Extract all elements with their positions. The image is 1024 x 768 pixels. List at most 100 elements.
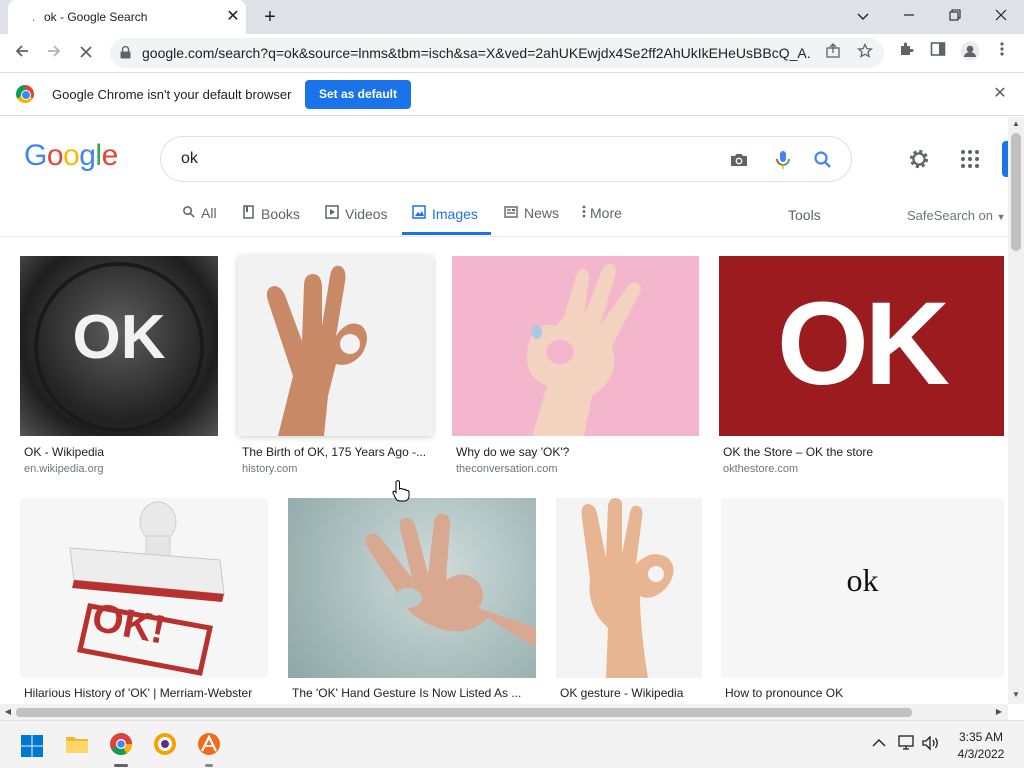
result-title[interactable]: OK - Wikipedia (24, 445, 218, 459)
side-panel-icon[interactable] (927, 41, 949, 63)
image-result[interactable]: Why do we say 'OK'? theconversation.com (452, 256, 699, 478)
result-thumbnail[interactable] (238, 256, 433, 436)
image-result[interactable]: ok How to pronounce OK (721, 498, 1004, 704)
gear-icon[interactable] (907, 147, 931, 171)
result-thumbnail[interactable] (452, 256, 699, 436)
new-tab-button[interactable]: + (258, 5, 282, 29)
image-result[interactable]: OK OK the Store – OK the store okthestor… (719, 256, 1004, 478)
url-text[interactable]: google.com/search?q=ok&source=lnms&tbm=i… (142, 45, 812, 61)
tab-label: Videos (345, 206, 388, 222)
tab-label: News (524, 205, 560, 221)
result-source[interactable]: en.wikipedia.org (24, 463, 104, 475)
result-source[interactable]: history.com (242, 463, 297, 475)
chrome-logo-icon (16, 85, 34, 103)
image-result[interactable]: OK OK - Wikipedia en.wikipedia.org (20, 256, 218, 478)
share-icon[interactable] (822, 43, 844, 63)
result-source[interactable]: okthestore.com (723, 463, 798, 475)
profile-avatar-icon[interactable] (959, 41, 981, 63)
scroll-right-arrow-icon[interactable]: ▶ (994, 707, 1004, 716)
result-thumbnail[interactable] (288, 498, 536, 678)
result-title[interactable]: OK gesture - Wikipedia (560, 686, 702, 700)
vertical-scroll-thumb[interactable] (1011, 133, 1021, 251)
tab-images[interactable]: Images (411, 205, 478, 235)
chevron-up-icon[interactable] (872, 738, 886, 748)
close-window-button[interactable] (978, 2, 1024, 30)
thumb-text: ok (846, 562, 879, 598)
stop-loading-button[interactable] (72, 40, 100, 66)
menu-kebab-icon[interactable] (991, 41, 1013, 63)
result-thumbnail[interactable]: OK! (20, 498, 268, 678)
vertical-scrollbar[interactable]: ▲ ▼ (1008, 117, 1024, 704)
logo-letter: o (46, 139, 64, 172)
forward-button[interactable] (40, 40, 68, 66)
microphone-icon[interactable] (771, 148, 795, 172)
app-icon[interactable] (196, 731, 222, 757)
app-icon[interactable] (152, 731, 178, 757)
tab-label: All (201, 205, 217, 221)
back-button[interactable] (8, 40, 36, 66)
result-title[interactable]: Hilarious History of 'OK' | Merriam-Webs… (24, 686, 268, 700)
scroll-left-arrow-icon[interactable]: ◀ (3, 707, 13, 716)
loading-icon: . (32, 10, 36, 24)
address-bar[interactable]: google.com/search?q=ok&source=lnms&tbm=i… (110, 38, 884, 68)
tab-news[interactable]: News (503, 205, 559, 235)
horizontal-scrollbar[interactable]: ◀ ▶ (0, 704, 1008, 720)
result-title[interactable]: How to pronounce OK (725, 686, 1004, 700)
image-result[interactable]: The Birth of OK, 175 Years Ago -... hist… (238, 256, 433, 478)
scroll-down-arrow-icon[interactable]: ▼ (1011, 690, 1021, 699)
apps-grid-icon[interactable] (960, 149, 980, 169)
result-source[interactable]: theconversation.com (456, 463, 558, 475)
result-thumbnail[interactable]: OK (719, 256, 1004, 436)
result-thumbnail[interactable]: ok (721, 498, 1004, 678)
close-icon[interactable]: ✕ (990, 84, 1010, 104)
network-icon[interactable] (898, 735, 916, 751)
set-as-default-button[interactable]: Set as default (305, 80, 411, 109)
windows-start-icon[interactable] (20, 734, 44, 758)
tab-videos[interactable]: Videos (324, 205, 388, 235)
result-title[interactable]: The Birth of OK, 175 Years Ago -... (242, 445, 432, 459)
result-title[interactable]: The 'OK' Hand Gesture Is Now Listed As .… (292, 686, 536, 700)
hand-gesture-image (581, 498, 674, 678)
image-result[interactable]: OK gesture - Wikipedia (556, 498, 702, 704)
clock-date[interactable]: 4/3/2022 (944, 747, 1018, 761)
file-explorer-icon[interactable] (64, 731, 90, 757)
volume-icon[interactable] (922, 735, 940, 751)
result-thumbnail[interactable]: OK (20, 256, 218, 436)
clock-time[interactable]: 3:35 AM (944, 730, 1018, 744)
scroll-up-arrow-icon[interactable]: ▲ (1011, 119, 1021, 128)
extensions-icon[interactable] (895, 41, 917, 63)
google-logo[interactable]: Google (24, 139, 118, 173)
tab-all[interactable]: All (180, 205, 217, 235)
safesearch-dropdown[interactable]: SafeSearch on ▼ (907, 208, 1006, 223)
bookmark-star-icon[interactable] (854, 42, 876, 63)
image-result[interactable]: The 'OK' Hand Gesture Is Now Listed As .… (288, 498, 536, 704)
lock-icon[interactable] (120, 46, 131, 59)
result-thumbnail[interactable] (556, 498, 702, 678)
tab-close-icon[interactable]: ✕ (222, 6, 244, 28)
browser-tab[interactable]: . ok - Google Search ✕ (8, 0, 246, 34)
result-title[interactable]: Why do we say 'OK'? (456, 445, 699, 459)
restore-button[interactable] (932, 2, 978, 30)
chrome-taskbar-icon[interactable] (108, 731, 134, 757)
search-box[interactable]: ok (160, 136, 852, 182)
search-input[interactable]: ok (181, 150, 198, 168)
tab-search-icon[interactable] (840, 2, 886, 30)
tools-button[interactable]: Tools (788, 207, 821, 223)
app-open-indicator (205, 764, 213, 767)
book-icon (240, 205, 256, 222)
browser-toolbar: google.com/search?q=ok&source=lnms&tbm=i… (0, 34, 1024, 72)
camera-icon[interactable] (727, 148, 751, 172)
active-app-indicator (114, 764, 128, 767)
search-icon[interactable] (811, 148, 835, 172)
result-title[interactable]: OK the Store – OK the store (723, 445, 1004, 459)
image-result[interactable]: OK! Hilarious History of 'OK' | Merriam-… (20, 498, 268, 704)
minimize-button[interactable] (886, 2, 932, 30)
more-vert-icon (580, 205, 588, 221)
tab-books[interactable]: Books (240, 205, 300, 235)
logo-letter: g (79, 139, 96, 172)
news-icon (503, 206, 519, 221)
tab-title: ok - Google Search (44, 10, 148, 24)
horizontal-scroll-thumb[interactable] (16, 708, 912, 717)
tab-more[interactable]: More (580, 205, 622, 235)
default-browser-infobar: Google Chrome isn't your default browser… (0, 72, 1024, 116)
